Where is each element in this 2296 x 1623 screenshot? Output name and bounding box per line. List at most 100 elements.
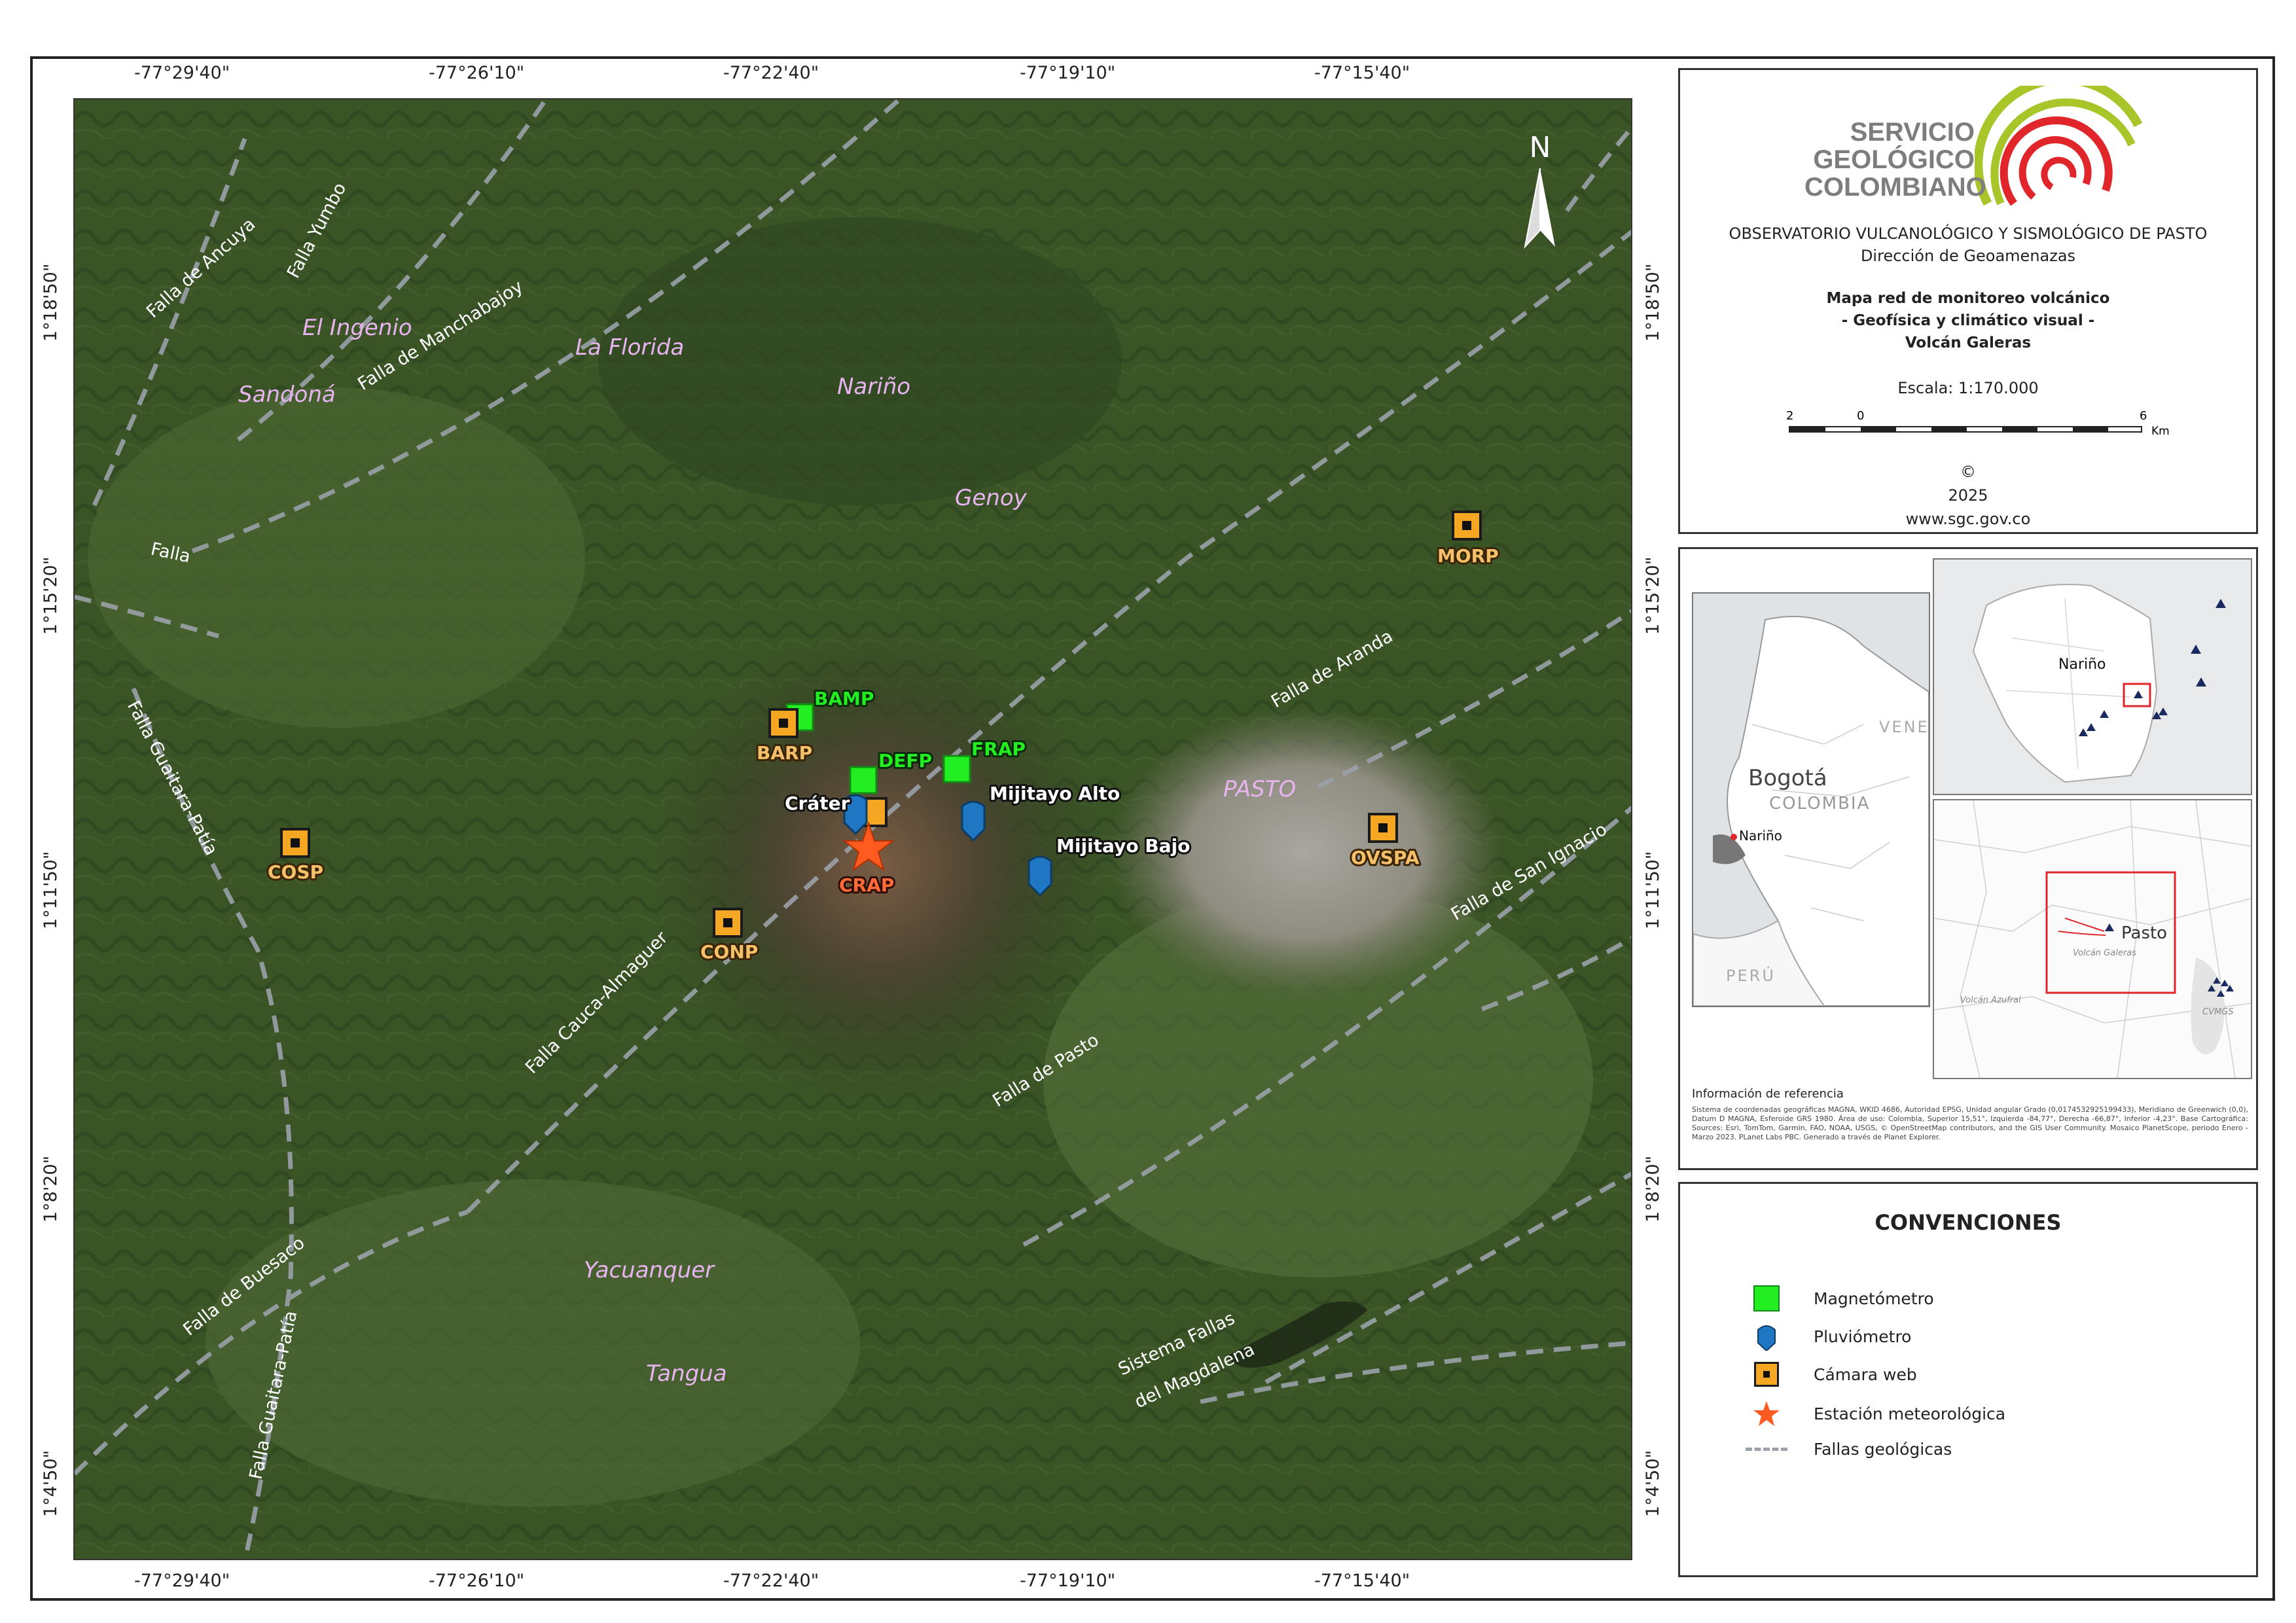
- place-la-florida: La Florida: [575, 334, 684, 361]
- magnetometer-frap[interactable]: [942, 755, 971, 783]
- camera-conp[interactable]: [713, 908, 743, 938]
- place-narino: Nariño: [837, 374, 910, 400]
- inset-narino: Nariño: [1933, 558, 2252, 795]
- label-conp: CONP: [700, 941, 758, 963]
- fault-line-swatch: [1746, 1447, 1787, 1451]
- observatory-name: OBSERVATORIO VULCANOLÓGICO Y SISMOLÓGICO…: [1729, 224, 2208, 243]
- coord-bottom-4: -77°19'10": [1020, 1571, 1116, 1591]
- magnetometer-swatch: [1753, 1285, 1780, 1311]
- scalebar: 2 0 6 Km: [1785, 409, 2178, 442]
- logo-line-3: COLOMBIANO: [1804, 173, 1986, 202]
- label-bamp: BAMP: [814, 688, 874, 709]
- coord-bottom-1: -77°29'40": [134, 1571, 230, 1591]
- main-map[interactable]: Falla de Ancuya Falla Yumbo Falla de Man…: [73, 98, 1632, 1560]
- inset-region-label: Nariño: [1739, 828, 1782, 844]
- place-sandona: Sandoná: [238, 382, 336, 408]
- label-mijitayo-bajo: Mijitayo Bajo: [1056, 835, 1190, 857]
- label-morp: MORP: [1437, 545, 1499, 567]
- coord-right-1: 1°18'50": [1643, 263, 1663, 342]
- inset-colombia: Bogotá COLOMBIA Nariño VENEZ PERÚ: [1692, 592, 1930, 1007]
- coord-bottom-2: -77°26'10": [429, 1571, 525, 1591]
- coord-left-5: 1°4'50": [41, 1450, 61, 1517]
- place-yacuanquer: Yacuanquer: [584, 1257, 715, 1283]
- north-arrow-label: N: [1530, 131, 1551, 164]
- inset-detail: Pasto Volcán Galeras Volcán Azufral CVMG…: [1933, 799, 2252, 1079]
- inset-detail-azufral: Volcán Azufral: [1960, 995, 2021, 1005]
- label-cosp: COSP: [268, 861, 323, 883]
- legend-label-pluviometer: Pluviómetro: [1814, 1327, 1912, 1346]
- map-title-2: - Geofísica y climático visual -: [1841, 312, 2095, 329]
- coord-left-1: 1°18'50": [41, 263, 61, 342]
- coord-top-3: -77°22'40": [723, 63, 819, 83]
- map-title-3: Volcán Galeras: [1905, 334, 2032, 351]
- label-frap: FRAP: [971, 738, 1026, 760]
- coord-left-3: 1°11'50": [41, 851, 61, 929]
- legend-item-magnetometer: Magnetómetro: [1746, 1282, 1934, 1315]
- copyright-symbol: ©: [1960, 463, 1976, 481]
- copyright-year: 2025: [1948, 486, 1988, 505]
- legend-title: CONVENCIONES: [1874, 1210, 2062, 1235]
- camera-barp[interactable]: [768, 708, 798, 738]
- coord-right-4: 1°8'20": [1643, 1155, 1663, 1222]
- place-pasto: PASTO: [1223, 776, 1296, 802]
- camera-cosp[interactable]: [280, 828, 310, 858]
- scalebar-unit: Km: [2151, 425, 2170, 438]
- camera-swatch: [1754, 1362, 1779, 1387]
- logo-line-1: SERVICIO: [1850, 118, 1975, 147]
- coord-top-5: -77°15'40": [1314, 63, 1410, 83]
- legend-label-camera: Cámara web: [1814, 1364, 1917, 1384]
- camera-morp[interactable]: [1452, 510, 1482, 541]
- inset-country-label: COLOMBIA: [1769, 794, 1871, 813]
- coord-right-5: 1°4'50": [1643, 1450, 1663, 1517]
- website: www.sgc.gov.co: [1905, 510, 2031, 528]
- legend-panel: CONVENCIONES Magnetómetro Pluviómetro Cá…: [1678, 1182, 2258, 1577]
- label-defp: DEFP: [878, 750, 932, 772]
- coord-top-1: -77°29'40": [134, 63, 230, 83]
- logo-text: SERVICIO GEOLÓGICO COLOMBIANO: [1804, 118, 1986, 202]
- scale-text: Escala: 1:170.000: [1897, 379, 2039, 397]
- inset-panel: Bogotá COLOMBIA Nariño VENEZ PERÚ Nariño: [1678, 547, 2258, 1170]
- inset-capital-label: Bogotá: [1748, 765, 1827, 791]
- reference-title: Información de referencia: [1692, 1087, 1844, 1101]
- label-crap: CRAP: [839, 874, 894, 896]
- inset-detail-city: Pasto: [2121, 923, 2168, 943]
- legend-item-camera: Cámara web: [1746, 1358, 1917, 1391]
- label-ovspa: OVSPA: [1351, 847, 1420, 868]
- header-panel: SERVICIO GEOLÓGICO COLOMBIANO OBSERVATOR…: [1678, 68, 2258, 534]
- label-barp: BARP: [757, 742, 812, 764]
- legend-item-fault: Fallas geológicas: [1746, 1433, 1952, 1465]
- place-el-ingenio: El Ingenio: [302, 315, 412, 341]
- inset-detail-cvmgs: CVMGS: [2202, 1007, 2234, 1017]
- magnetometer-defp[interactable]: [849, 766, 878, 794]
- coord-bottom-3: -77°22'40": [723, 1571, 819, 1591]
- place-genoy: Genoy: [955, 485, 1028, 511]
- sgc-logo-swirl: [1975, 86, 2143, 206]
- coord-top-4: -77°19'10": [1020, 63, 1116, 83]
- pluviometer-swatch: [1757, 1325, 1776, 1351]
- legend-item-pluviometer: Pluviómetro: [1746, 1320, 1911, 1353]
- coord-left-4: 1°8'20": [41, 1155, 61, 1222]
- scalebar-label-6: 6: [2140, 409, 2147, 423]
- coord-right-2: 1°15'20": [1643, 556, 1663, 635]
- inset-neighbor-peru: PERÚ: [1726, 967, 1776, 985]
- reference-text: Sistema de coordenadas geográficas MAGNA…: [1692, 1105, 2248, 1141]
- coord-left-2: 1°15'20": [41, 556, 61, 635]
- legend-item-weather: Estación meteorológica: [1746, 1397, 2005, 1430]
- direction-name: Dirección de Geoamenazas: [1860, 247, 2076, 265]
- label-mijitayo-alto: Mijitayo Alto: [990, 783, 1120, 804]
- inset-detail-volcano: Volcán Galeras: [2073, 948, 2136, 958]
- coord-bottom-5: -77°15'40": [1314, 1571, 1410, 1591]
- map-title-1: Mapa red de monitoreo volcánico: [1826, 290, 2110, 307]
- legend-label-magnetometer: Magnetómetro: [1814, 1289, 1934, 1308]
- coord-right-3: 1°11'50": [1643, 851, 1663, 929]
- weather-star-swatch: [1753, 1401, 1780, 1426]
- legend-label-weather: Estación meteorológica: [1814, 1404, 2006, 1423]
- coord-top-2: -77°26'10": [429, 63, 525, 83]
- place-tangua: Tangua: [646, 1361, 727, 1387]
- camera-ovspa[interactable]: [1368, 813, 1398, 843]
- scalebar-label-2: 2: [1786, 409, 1794, 423]
- inset-region-map-label: Nariño: [2058, 656, 2106, 673]
- inset-neighbor-venezuela: VENEZ: [1879, 718, 1929, 736]
- legend-label-fault: Fallas geológicas: [1814, 1439, 1952, 1459]
- logo-line-2: GEOLÓGICO: [1813, 145, 1975, 174]
